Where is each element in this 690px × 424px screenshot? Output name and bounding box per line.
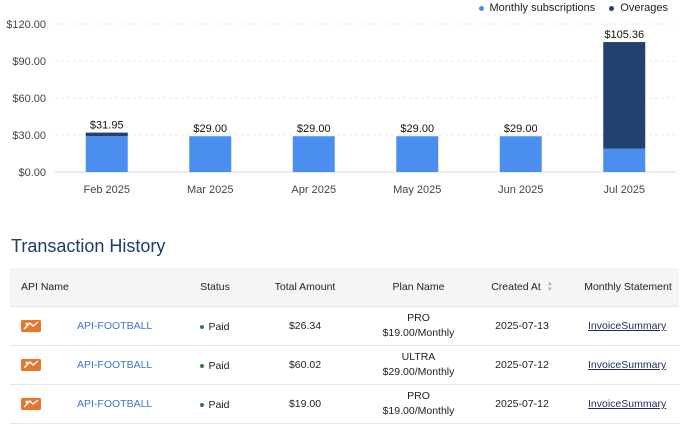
plan-price: $19.00/Monthly — [382, 327, 455, 339]
status-text: Paid — [208, 320, 230, 333]
legend-label-overages: Overages — [620, 2, 668, 14]
legend-item-subscriptions[interactable]: Monthly subscriptions — [478, 2, 596, 14]
summary-link[interactable]: Summary — [621, 359, 666, 371]
bar-total-label: $29.00 — [193, 123, 227, 135]
header-created-at-label: Created At — [491, 281, 541, 293]
plan-name: ULTRA — [401, 351, 436, 363]
table-row: API-FOOTBALL Paid $60.02 ULTRA $29.00/Mon… — [10, 346, 679, 385]
bar-total-label: $29.00 — [504, 123, 538, 135]
summary-link[interactable]: Summary — [621, 398, 666, 410]
legend-dot-subscriptions — [478, 5, 484, 11]
summary-link[interactable]: Summary — [621, 320, 666, 332]
invoice-link[interactable]: Invoice — [588, 359, 621, 371]
x-tick-label: Jul 2025 — [603, 184, 645, 196]
bar-subscription — [189, 136, 232, 172]
chart-legend: Monthly subscriptions Overages — [478, 2, 668, 14]
status-dot-icon — [200, 324, 205, 329]
x-tick-label: Apr 2025 — [291, 184, 336, 196]
billing-chart: $0.00 $30.00 $60.00 $90.00 $120.00 $31.95 Feb … — [0, 0, 690, 205]
cell-statement: Invoice Summary — [577, 320, 679, 332]
y-tick-label: $60.00 — [12, 93, 46, 105]
cell-amount: $60.02 — [288, 359, 322, 371]
api-name-link[interactable]: API-FOOTBALL — [77, 359, 152, 371]
bar-total-label: $31.95 — [90, 120, 124, 132]
cell-status: Paid — [190, 398, 240, 411]
y-tick-label: $30.00 — [12, 130, 46, 142]
api-football-logo-icon — [21, 320, 41, 332]
x-tick-label: Mar 2025 — [187, 184, 233, 196]
table-row: API-FOOTBALL Paid $19.00 PRO $19.00/Month… — [10, 385, 679, 424]
cell-status: Paid — [190, 359, 240, 372]
bar-subscription — [499, 136, 542, 172]
cell-api: API-FOOTBALL — [10, 397, 190, 411]
bar-subscription — [85, 136, 128, 172]
api-name-link[interactable]: API-FOOTBALL — [77, 320, 152, 332]
header-total-amount: Total Amount — [274, 281, 336, 293]
header-api-name: API Name — [21, 281, 69, 293]
cell-api: API-FOOTBALL — [10, 358, 190, 372]
cell-status: Paid — [190, 320, 240, 333]
cell-plan: PRO $19.00/Monthly — [370, 389, 467, 419]
header-created-at[interactable]: Created At ▲ ▼ — [467, 281, 577, 294]
header-plan-name: Plan Name — [392, 281, 445, 293]
section-title: Transaction History — [11, 236, 166, 256]
billing-bar-chart: $0.00 $30.00 $60.00 $90.00 $120.00 $31.95 Feb … — [6, 19, 676, 196]
cell-api: API-FOOTBALL — [10, 319, 190, 333]
x-tick-label: Jun 2025 — [498, 184, 543, 196]
cell-created-at: 2025-07-13 — [495, 320, 549, 332]
header-status: Status — [200, 281, 230, 293]
header-monthly-statement: Monthly Statement — [584, 281, 672, 293]
cell-plan: PRO $19.00/Monthly — [370, 311, 467, 341]
legend-dot-overages — [609, 5, 615, 11]
api-football-logo-icon — [21, 398, 41, 410]
bar-total-label: $29.00 — [297, 123, 331, 135]
bar-overage — [85, 132, 128, 137]
cell-amount: $19.00 — [288, 398, 322, 410]
table-row: API-FOOTBALL Paid $26.34 PRO $19.00/Month… — [10, 307, 679, 346]
plan-price: $29.00/Monthly — [382, 366, 455, 378]
bar-overage — [603, 42, 646, 149]
bar-subscription — [603, 148, 646, 172]
invoice-link[interactable]: Invoice — [588, 320, 621, 332]
invoice-link[interactable]: Invoice — [588, 398, 621, 410]
status-text: Paid — [208, 359, 230, 372]
y-tick-label: $0.00 — [18, 167, 46, 179]
bar-subscription — [292, 136, 335, 172]
bar-total-label: $105.36 — [604, 29, 644, 41]
y-tick-label: $90.00 — [12, 56, 46, 68]
status-dot-icon — [200, 402, 205, 407]
cell-statement: Invoice Summary — [577, 359, 679, 371]
cell-plan: ULTRA $29.00/Monthly — [370, 350, 467, 380]
legend-item-overages[interactable]: Overages — [609, 2, 668, 14]
cell-created-at: 2025-07-12 — [495, 398, 549, 410]
x-tick-label: May 2025 — [393, 184, 441, 196]
bar-subscription — [396, 136, 439, 172]
status-text: Paid — [208, 398, 230, 411]
x-tick-label: Feb 2025 — [84, 184, 130, 196]
plan-name: PRO — [407, 390, 430, 402]
status-dot-icon — [200, 363, 205, 368]
plan-price: $19.00/Monthly — [382, 405, 455, 417]
cell-amount: $26.34 — [288, 320, 322, 332]
bar-total-label: $29.00 — [400, 123, 434, 135]
table-header: API Name Status Total Amount Plan Name C… — [10, 268, 679, 307]
api-football-logo-icon — [21, 359, 41, 371]
api-name-link[interactable]: API-FOOTBALL — [77, 398, 152, 410]
transaction-table: API Name Status Total Amount Plan Name C… — [10, 268, 679, 424]
y-tick-label: $120.00 — [6, 19, 46, 31]
cell-created-at: 2025-07-12 — [495, 359, 549, 371]
plan-name: PRO — [407, 312, 430, 324]
legend-label-subscriptions: Monthly subscriptions — [489, 2, 596, 14]
sort-icon[interactable]: ▲ ▼ — [547, 281, 553, 293]
cell-statement: Invoice Summary — [577, 398, 679, 410]
